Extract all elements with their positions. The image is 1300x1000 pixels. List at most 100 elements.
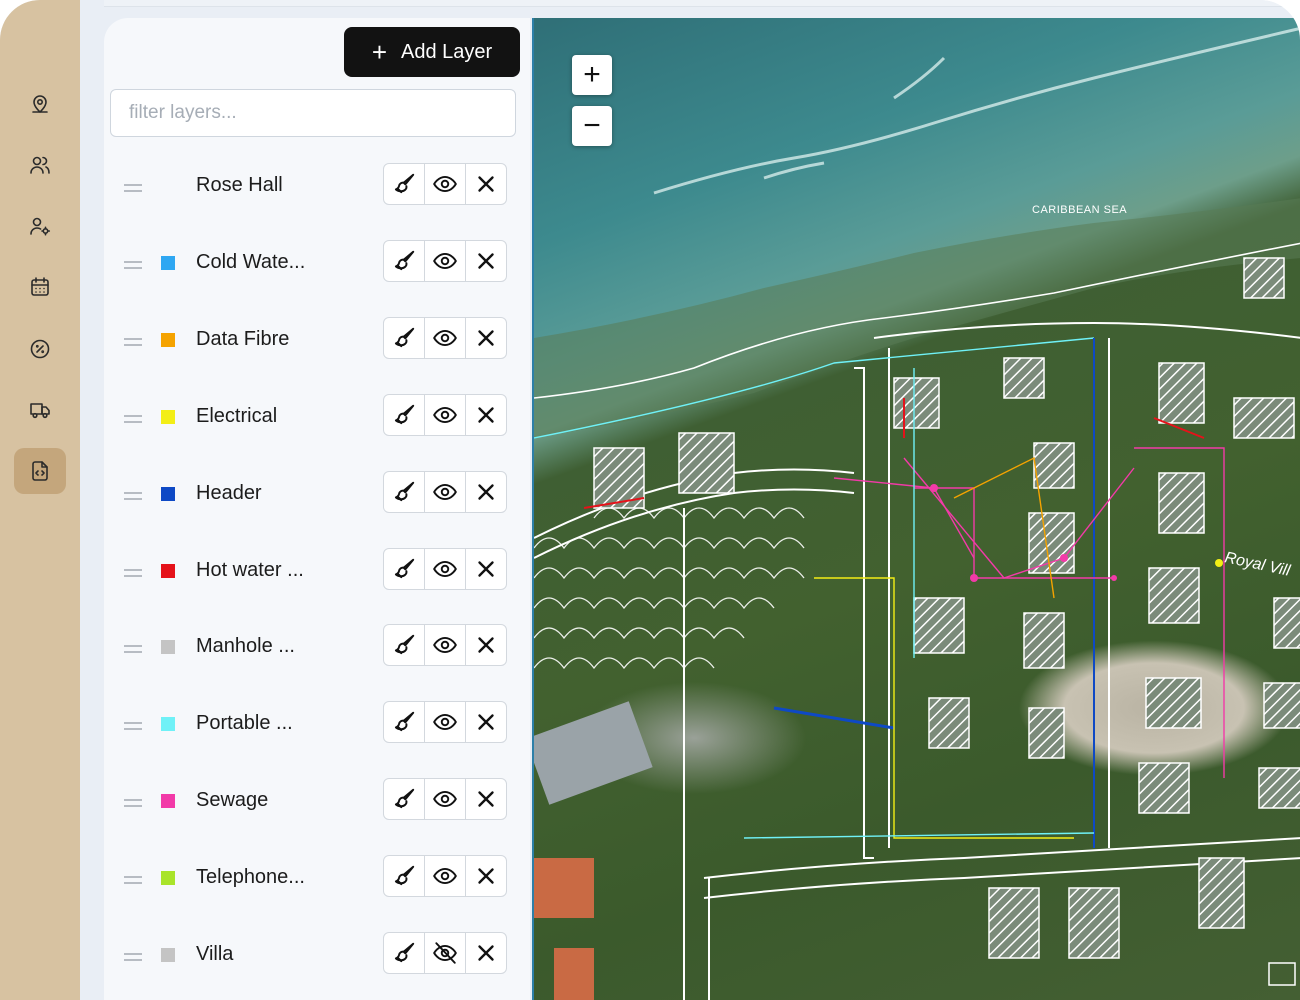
- toggle-visibility-button[interactable]: [425, 702, 466, 743]
- layer-row[interactable]: Cold Wate...: [104, 239, 530, 300]
- drag-handle-icon[interactable]: [124, 568, 142, 577]
- users-icon: [30, 156, 50, 174]
- user-settings-icon: [30, 217, 51, 236]
- layer-row[interactable]: Villa: [104, 932, 530, 992]
- layer-color-swatch: [161, 640, 175, 655]
- paint-brush-icon: [394, 327, 415, 347]
- layer-row[interactable]: Rose Hall: [104, 163, 530, 223]
- paint-brush-icon: [394, 635, 415, 655]
- toggle-visibility-button[interactable]: [425, 548, 466, 589]
- close-icon: [478, 406, 494, 423]
- remove-layer-button[interactable]: [466, 164, 506, 204]
- style-layer-button[interactable]: [384, 702, 425, 743]
- nav-calendar[interactable]: [14, 264, 66, 310]
- style-layer-button[interactable]: [384, 625, 425, 666]
- remove-layer-button[interactable]: [466, 779, 506, 819]
- nav-map-pin[interactable]: [14, 80, 66, 126]
- remove-layer-button[interactable]: [466, 625, 506, 665]
- eye-icon: [433, 252, 457, 269]
- paint-brush-icon: [394, 942, 415, 963]
- remove-layer-button[interactable]: [466, 241, 506, 281]
- layer-color-swatch: [161, 409, 175, 424]
- remove-layer-button[interactable]: [466, 318, 506, 358]
- layer-name: Electrical: [196, 404, 278, 427]
- drag-handle-icon[interactable]: [124, 184, 142, 192]
- layer-row[interactable]: Sewage: [104, 778, 530, 838]
- toggle-visibility-button[interactable]: [425, 164, 466, 204]
- paint-brush-icon: [394, 558, 415, 578]
- paint-brush-icon: [394, 481, 415, 501]
- style-layer-button[interactable]: [384, 240, 425, 281]
- map-label-sea: CARIBBEAN SEA: [1032, 204, 1128, 216]
- remove-layer-button[interactable]: [466, 933, 506, 973]
- layer-row[interactable]: Portable ...: [104, 701, 530, 761]
- layer-name: Sewage: [196, 789, 269, 812]
- toggle-visibility-button[interactable]: [425, 471, 466, 512]
- layer-row[interactable]: Manhole ...: [104, 624, 530, 684]
- drag-handle-icon[interactable]: [124, 337, 142, 346]
- style-layer-button[interactable]: [384, 856, 425, 897]
- close-icon: [478, 560, 494, 577]
- layer-actions: [383, 778, 507, 821]
- close-icon: [478, 791, 494, 807]
- nav-user-settings[interactable]: [14, 203, 66, 249]
- layer-row[interactable]: Hot water ...: [104, 547, 530, 608]
- map-overlay: [534, 26, 1300, 1000]
- add-layer-button[interactable]: + Add Layer: [344, 27, 520, 77]
- drag-handle-icon[interactable]: [124, 645, 142, 654]
- drag-handle-icon[interactable]: [124, 491, 142, 500]
- drag-handle-icon[interactable]: [124, 260, 142, 269]
- style-layer-button[interactable]: [384, 933, 425, 973]
- close-icon: [478, 945, 494, 961]
- style-layer-button[interactable]: [384, 164, 425, 204]
- layer-row[interactable]: Data Fibre: [104, 316, 530, 377]
- style-layer-button[interactable]: [384, 779, 425, 820]
- nav-users[interactable]: [14, 142, 66, 188]
- remove-layer-button[interactable]: [466, 856, 506, 896]
- remove-layer-button[interactable]: [466, 549, 506, 589]
- layer-actions: [383, 932, 507, 974]
- nav-rail: [0, 0, 80, 1000]
- plus-icon: +: [371, 37, 387, 67]
- drag-handle-icon[interactable]: [124, 722, 142, 731]
- style-layer-button[interactable]: [384, 471, 425, 512]
- toggle-visibility-button[interactable]: [425, 317, 466, 358]
- eye-icon: [433, 560, 457, 577]
- eye-icon: [433, 637, 457, 654]
- toggle-visibility-button[interactable]: [425, 394, 466, 435]
- layer-name: Villa: [196, 943, 234, 965]
- layer-row[interactable]: Header: [104, 470, 530, 531]
- nav-discount[interactable]: [14, 326, 66, 372]
- layer-row[interactable]: Electrical: [104, 393, 530, 454]
- filter-layers-input[interactable]: [110, 89, 516, 137]
- toggle-visibility-button[interactable]: [425, 933, 466, 973]
- drag-handle-icon[interactable]: [124, 876, 142, 885]
- drag-handle-icon[interactable]: [124, 414, 142, 423]
- toggle-visibility-button[interactable]: [425, 779, 466, 820]
- drag-handle-icon[interactable]: [124, 799, 142, 808]
- style-layer-button[interactable]: [384, 394, 425, 435]
- zoom-in-button[interactable]: +: [572, 55, 612, 95]
- eye-icon: [433, 406, 457, 423]
- toggle-visibility-button[interactable]: [425, 856, 466, 897]
- eye-off-icon: [433, 942, 457, 964]
- layer-actions: [383, 701, 507, 744]
- close-icon: [478, 176, 494, 192]
- paint-brush-icon: [394, 865, 415, 886]
- remove-layer-button[interactable]: [466, 702, 506, 742]
- style-layer-button[interactable]: [384, 548, 425, 589]
- layer-color-swatch: [161, 563, 175, 578]
- zoom-out-button[interactable]: −: [572, 106, 612, 146]
- layer-color-swatch: [161, 332, 175, 347]
- map-view[interactable]: + − CARIBBEAN SEA Royal Vill: [532, 18, 1300, 1000]
- toggle-visibility-button[interactable]: [425, 240, 466, 281]
- layer-row[interactable]: Telephone...: [104, 855, 530, 915]
- drag-handle-icon[interactable]: [124, 953, 142, 961]
- layer-actions: [383, 163, 507, 205]
- remove-layer-button[interactable]: [466, 472, 506, 512]
- remove-layer-button[interactable]: [466, 395, 506, 435]
- toggle-visibility-button[interactable]: [425, 625, 466, 666]
- nav-delivery[interactable]: [14, 387, 66, 433]
- nav-code-file[interactable]: [14, 448, 66, 494]
- style-layer-button[interactable]: [384, 317, 425, 358]
